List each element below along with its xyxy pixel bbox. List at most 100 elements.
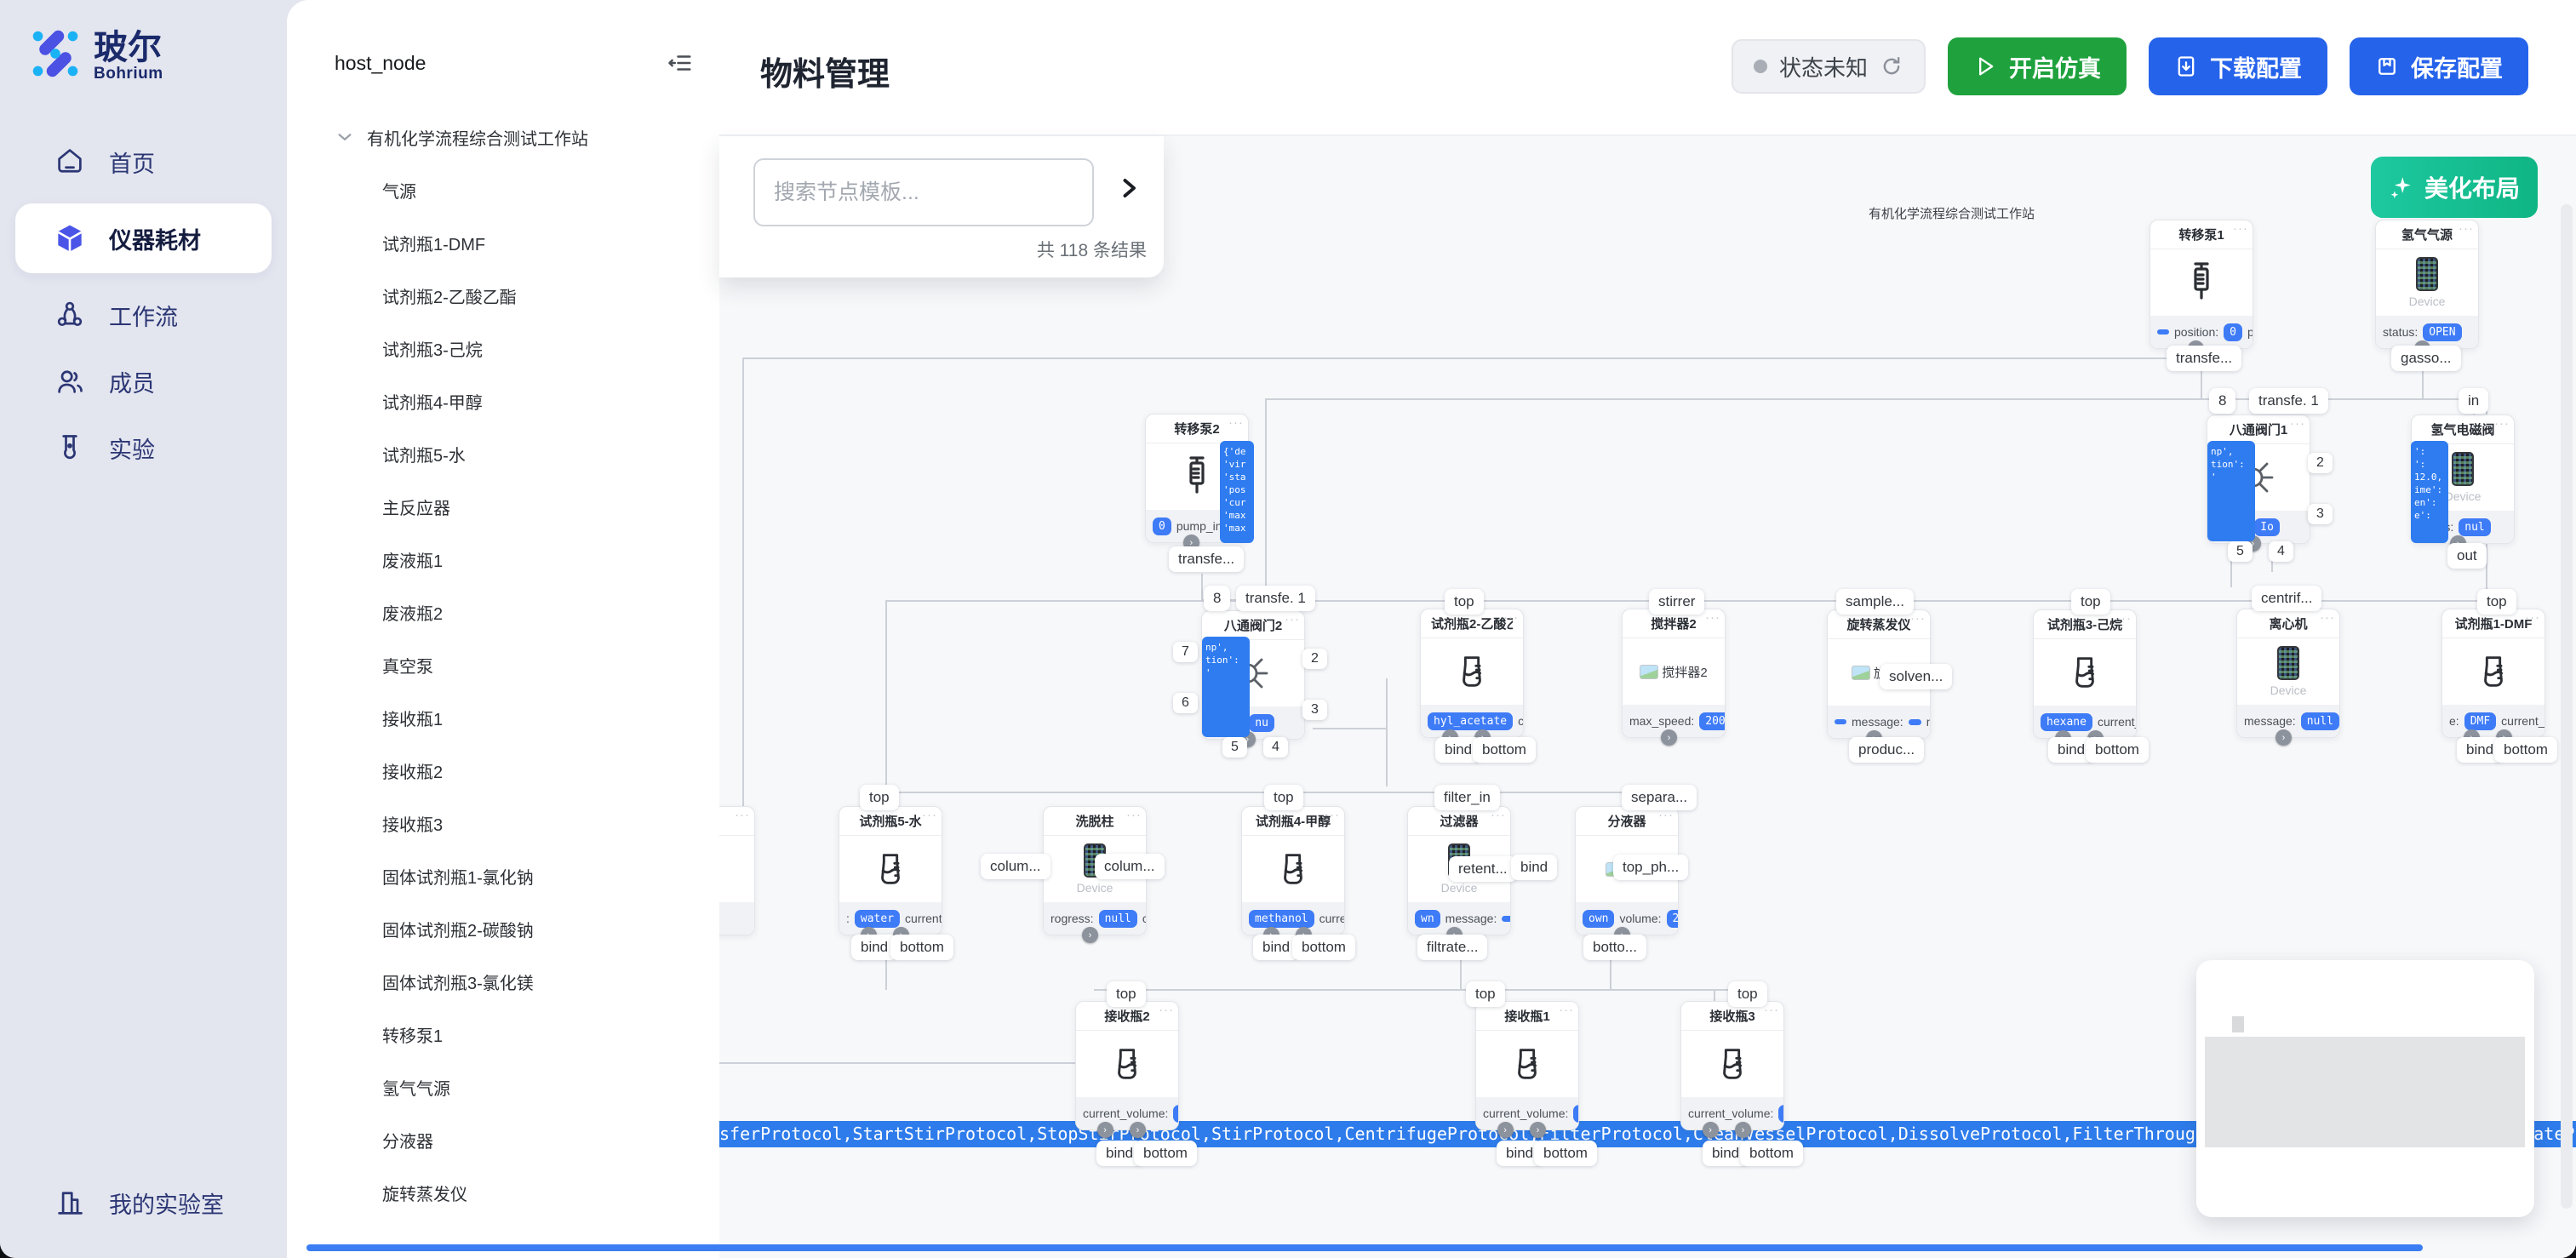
param-value-badge (2157, 329, 2169, 335)
flow-node-receiver-2[interactable]: 接收瓶2···current_volume:0›› (1075, 1001, 1179, 1130)
node-menu-icon[interactable]: ··· (2290, 416, 2305, 431)
flow-node-receiver-1[interactable]: 接收瓶1···current_volume:0›› (1475, 1001, 1579, 1130)
sidebar-item-experiments[interactable]: 实验 (0, 415, 287, 481)
download-config-button[interactable]: 下载配置 (2149, 37, 2327, 95)
tree-item[interactable]: 废液瓶1 (335, 533, 696, 586)
connection-handle-icon[interactable]: › (1703, 1122, 1719, 1138)
sidebar-item-instruments[interactable]: 仪器耗材 (15, 203, 272, 273)
node-menu-icon[interactable]: ··· (2525, 610, 2540, 625)
tree-item[interactable]: 接收瓶2 (335, 744, 696, 797)
horizontal-scrollbar[interactable] (306, 1244, 2423, 1251)
tree-item[interactable]: 固体试剂瓶2-碳酸钠 (335, 902, 696, 955)
flow-node-reagent-bottle-4-methanol[interactable]: 试剂瓶4-甲醇···methanolcurrent_›› (1241, 806, 1345, 935)
tree-item[interactable]: 试剂瓶4-甲醇 (335, 375, 696, 427)
connection-handle-icon[interactable]: › (1497, 1122, 1514, 1138)
tree-item[interactable]: 主反应器 (335, 480, 696, 533)
flow-node-receiver-3[interactable]: 接收瓶3···current_volume:0›› (1680, 1001, 1784, 1130)
node-menu-icon[interactable]: ··· (1559, 1003, 1574, 1017)
node-menu-icon[interactable]: ··· (1910, 611, 1926, 626)
valve-port-label[interactable]: 4 (1263, 737, 1288, 758)
valve-port-label[interactable]: 2 (2308, 453, 2333, 473)
tree-item[interactable]: 试剂瓶2-乙酸乙酯 (335, 269, 696, 322)
connection-handle-icon[interactable]: › (1661, 729, 1677, 746)
valve-port-label[interactable]: 5 (2228, 541, 2253, 562)
flow-node-reagent-bottle-2-ethyl-acetate[interactable]: 试剂瓶2-乙酸乙酯···hyl_acetatecurre›› (1420, 609, 1524, 738)
tree-item[interactable]: 旋转蒸发仪 (335, 1166, 696, 1219)
collapse-panel-icon[interactable] (665, 48, 696, 78)
node-menu-icon[interactable]: ··· (1325, 808, 1340, 822)
valve-port-label[interactable]: 6 (1173, 693, 1198, 713)
tree-item[interactable]: 试剂瓶3-己烷 (335, 322, 696, 375)
flow-node-h2-gas-source[interactable]: 氢气气源···Devicestatus:OPEN› (2375, 220, 2479, 349)
tree-item[interactable]: 真空泵 (335, 638, 696, 691)
tree-item[interactable]: 气源 (335, 163, 696, 216)
beautify-layout-button[interactable]: 美化布局 (2371, 157, 2538, 218)
flow-node-clipped-node[interactable]: ···d (719, 806, 755, 935)
tree-item-label: 试剂瓶4-甲醇 (382, 389, 483, 414)
sidebar-item-my-lab[interactable]: 我的实验室 (0, 1169, 287, 1236)
chevron-down-icon[interactable] (335, 127, 355, 147)
node-menu-icon[interactable]: ··· (1228, 415, 1244, 430)
start-simulation-button[interactable]: 开启仿真 (1948, 37, 2127, 95)
refresh-icon[interactable] (1880, 54, 1903, 78)
sidebar-item-home[interactable]: 首页 (0, 129, 287, 195)
valve-port-label[interactable]: 4 (2269, 541, 2293, 562)
flow-node-stirrer-2[interactable]: 搅拌器2···搅拌器2max_speed:2000m› (1622, 609, 1726, 738)
vertical-scrollbar[interactable] (2561, 204, 2573, 1209)
valve-port-label[interactable]: 5 (1222, 737, 1247, 758)
connection-handle-icon[interactable]: › (2275, 729, 2292, 746)
sidebar-item-workflow[interactable]: 工作流 (0, 282, 287, 348)
connection-handle-icon[interactable]: › (1130, 1122, 1146, 1138)
tooltip-line: {'de (1223, 445, 1251, 458)
valve-port-label[interactable]: 3 (2308, 504, 2333, 524)
connection-handle-icon[interactable]: › (1735, 1122, 1751, 1138)
param-key: message: (1852, 715, 1903, 729)
flow-node-reagent-bottle-5-water[interactable]: 试剂瓶5-水···:watercurrent_v›› (839, 806, 942, 935)
tree-item-label: 废液瓶2 (382, 600, 443, 625)
node-menu-icon[interactable]: ··· (1764, 1003, 1779, 1017)
node-menu-icon[interactable]: ··· (2233, 221, 2248, 236)
minimap[interactable] (2196, 960, 2534, 1217)
tree-item[interactable]: 接收瓶1 (335, 691, 696, 744)
expand-chevron-icon[interactable] (1118, 175, 1140, 205)
tree-item[interactable]: 接收瓶3 (335, 797, 696, 849)
tree-item[interactable]: 试剂瓶5-水 (335, 427, 696, 480)
valve-port-label[interactable]: 7 (1173, 642, 1198, 662)
tree-root-item[interactable]: 有机化学流程综合测试工作站 (335, 111, 696, 163)
flow-node-centrifuge[interactable]: 离心机···Devicemessage:nullma› (2236, 609, 2340, 738)
node-title: 接收瓶2 (1104, 1007, 1149, 1025)
valve-port-label[interactable]: 2 (1302, 649, 1327, 669)
tree-item[interactable]: 氢气气源 (335, 1061, 696, 1113)
node-menu-icon[interactable]: ··· (1503, 610, 1519, 625)
node-menu-icon[interactable]: ··· (922, 808, 937, 822)
flow-canvas[interactable]: 有机化学流程综合测试工作站 美化布局 sferProtocol,StartSti… (719, 136, 2576, 1258)
node-menu-icon[interactable]: ··· (1705, 610, 1720, 625)
connection-handle-icon[interactable]: › (1082, 927, 1098, 943)
flow-node-reagent-bottle-3-hexane[interactable]: 试剂瓶3-己烷···hexanecurrent_v›› (2033, 609, 2137, 739)
node-menu-icon[interactable]: ··· (1159, 1003, 1174, 1017)
search-input[interactable] (753, 158, 1094, 226)
node-menu-icon[interactable]: ··· (2459, 221, 2474, 236)
save-config-button[interactable]: 保存配置 (2350, 37, 2528, 95)
node-menu-icon[interactable]: ··· (2116, 611, 2132, 626)
sidebar-item-members[interactable]: 成员 (0, 348, 287, 415)
node-menu-icon[interactable]: ··· (735, 808, 750, 822)
tree-item[interactable]: 分液器 (335, 1113, 696, 1166)
node-menu-icon[interactable]: ··· (1126, 808, 1142, 822)
tree-item[interactable]: 固体试剂瓶3-氯化镁 (335, 955, 696, 1008)
connection-handle-icon[interactable]: › (1097, 1122, 1113, 1138)
node-menu-icon[interactable]: ··· (2320, 610, 2335, 625)
flow-node-transfer-pump-1[interactable]: 转移泵1··· position:0pump› (2150, 220, 2253, 349)
flow-node-reagent-bottle-1-dmf[interactable]: 试剂瓶1-DMF···e:DMFcurrent_vol›› (2441, 609, 2545, 738)
minimap-viewport[interactable] (2205, 1037, 2525, 1147)
tree-item[interactable]: 废液瓶2 (335, 586, 696, 638)
tree-item[interactable]: 转移泵1 (335, 1008, 696, 1061)
valve-port-label[interactable]: 3 (1302, 700, 1327, 720)
node-menu-icon[interactable]: ··· (2494, 416, 2510, 431)
tree-item[interactable]: 试剂瓶1-DMF (335, 216, 696, 269)
tree-item[interactable]: 固体试剂瓶1-氯化钠 (335, 849, 696, 902)
connection-handle-icon[interactable]: › (1530, 1122, 1546, 1138)
tooltip-line: 'pos (1223, 483, 1251, 496)
node-menu-icon[interactable]: ··· (1285, 612, 1300, 626)
edge-label-chip: sample... (1836, 589, 1914, 615)
